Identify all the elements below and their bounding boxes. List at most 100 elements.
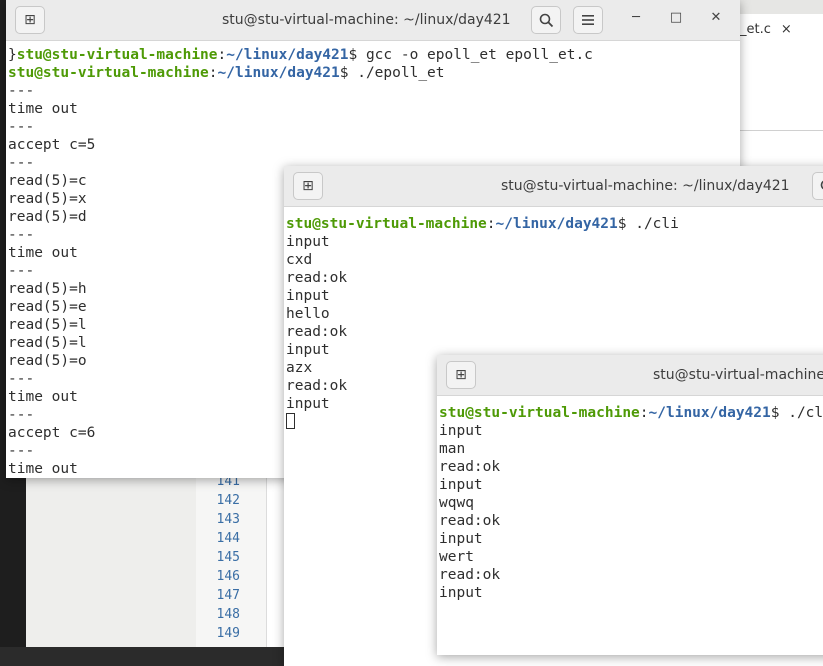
hamburger-menu-icon: [581, 14, 595, 26]
terminal-line: read:ok: [286, 323, 679, 341]
editor-tab-label: _et.c: [740, 22, 771, 37]
close-button[interactable]: ✕: [706, 10, 726, 25]
prompt-separator: :: [640, 405, 649, 421]
output-text: ---: [8, 443, 34, 459]
output-text: wqwq: [439, 495, 474, 511]
prompt-user: stu@stu-virtual-machine: [439, 405, 640, 421]
output-text: read(5)=d: [8, 209, 87, 225]
prompt-user: stu@stu-virtual-machine: [286, 216, 487, 232]
line-number: 146: [200, 567, 240, 586]
terminal-output[interactable]: stu@stu-virtual-machine:~/linux/day421$ …: [439, 404, 823, 602]
output-text: cxd: [286, 252, 312, 268]
output-text: read(5)=l: [8, 317, 87, 333]
editor-tabbar: [740, 0, 823, 131]
prompt-user: stu@stu-virtual-machine: [17, 47, 218, 63]
output-text: input: [286, 342, 330, 358]
prompt-path: ~/linux/day421: [496, 216, 618, 232]
output-text: wert: [439, 549, 474, 565]
output-text: time out: [8, 245, 78, 261]
new-tab-button[interactable]: ⊞: [446, 361, 476, 389]
line-prefix: }: [8, 47, 17, 63]
terminal-line: read:ok: [439, 458, 823, 476]
minimize-button[interactable]: ─: [626, 10, 646, 25]
output-text: accept c=6: [8, 425, 95, 441]
terminal-line: input: [439, 476, 823, 494]
terminal-line: stu@stu-virtual-machine:~/linux/day421$ …: [8, 64, 593, 82]
output-text: input: [439, 423, 483, 439]
output-text: input: [286, 288, 330, 304]
terminal-line: accept c=5: [8, 136, 593, 154]
output-text: read:ok: [439, 513, 500, 529]
output-text: azx: [286, 360, 312, 376]
search-button[interactable]: [531, 6, 561, 34]
window-title: stu@stu-virtual-machine: ~/linux/day421: [501, 178, 790, 194]
terminal-line: read:ok: [286, 269, 679, 287]
plus-square-icon: ⊞: [455, 367, 467, 383]
output-text: ---: [8, 227, 34, 243]
output-text: ---: [8, 83, 34, 99]
output-text: input: [286, 234, 330, 250]
editor-tab[interactable]: _et.c ×: [740, 22, 792, 37]
terminal-line: input: [286, 233, 679, 251]
search-icon: [820, 179, 823, 194]
output-text: read(5)=x: [8, 191, 87, 207]
new-tab-button[interactable]: ⊞: [15, 6, 45, 34]
prompt-path: ~/linux/day421: [226, 47, 348, 63]
output-text: ---: [8, 119, 34, 135]
close-icon[interactable]: ×: [781, 22, 792, 37]
command-text: $ ./epoll_et: [340, 65, 445, 81]
output-text: read:ok: [286, 270, 347, 286]
output-text: input: [439, 531, 483, 547]
terminal-line: cxd: [286, 251, 679, 269]
menu-button[interactable]: [573, 6, 603, 34]
command-text: $ ./cli: [618, 216, 679, 232]
terminal-line: hello: [286, 305, 679, 323]
search-button[interactable]: [812, 172, 823, 200]
terminal-line: input: [439, 422, 823, 440]
titlebar[interactable]: ⊞ stu@stu-virtual-machine: ~/linux/day42…: [6, 0, 740, 41]
output-text: read(5)=e: [8, 299, 87, 315]
output-text: ---: [8, 263, 34, 279]
output-text: read:ok: [439, 459, 500, 475]
output-text: man: [439, 441, 465, 457]
command-text: $ ./cli: [771, 405, 823, 421]
prompt-separator: :: [209, 65, 218, 81]
terminal-line: input: [286, 287, 679, 305]
output-text: read(5)=o: [8, 353, 87, 369]
output-text: read:ok: [286, 378, 347, 394]
titlebar[interactable]: ⊞ stu@stu-virtual-machine: ~/linux/day42…: [284, 166, 823, 207]
output-text: time out: [8, 101, 78, 117]
text-cursor: [286, 413, 295, 429]
terminal-line: read:ok: [439, 512, 823, 530]
output-text: input: [439, 477, 483, 493]
output-text: read(5)=l: [8, 335, 87, 351]
prompt-path: ~/linux/day421: [649, 405, 771, 421]
output-text: read(5)=c: [8, 173, 87, 189]
output-text: ---: [8, 407, 34, 423]
terminal-line: input: [439, 530, 823, 548]
output-text: input: [439, 585, 483, 601]
terminal-line: }stu@stu-virtual-machine:~/linux/day421$…: [8, 46, 593, 64]
maximize-button[interactable]: □: [666, 10, 686, 25]
line-number: 144: [200, 529, 240, 548]
prompt-separator: :: [487, 216, 496, 232]
command-text: $ gcc -o epoll_et epoll_et.c: [348, 47, 592, 63]
prompt-separator: :: [218, 47, 227, 63]
terminal-line: stu@stu-virtual-machine:~/linux/day421$ …: [439, 404, 823, 422]
terminal-line: read:ok: [439, 566, 823, 584]
terminal-line: wqwq: [439, 494, 823, 512]
output-text: time out: [8, 461, 78, 477]
titlebar[interactable]: ⊞ stu@stu-virtual-machine: ~/linux/day42…: [437, 355, 823, 396]
output-text: read:ok: [286, 324, 347, 340]
output-text: accept c=5: [8, 137, 95, 153]
new-tab-button[interactable]: ⊞: [293, 172, 323, 200]
line-number: 148: [200, 605, 240, 624]
output-text: ---: [8, 155, 34, 171]
output-text: input: [286, 396, 330, 412]
terminal-line: stu@stu-virtual-machine:~/linux/day421$ …: [286, 215, 679, 233]
terminal-line: man: [439, 440, 823, 458]
output-text: hello: [286, 306, 330, 322]
terminal-window-cli-2[interactable]: ⊞ stu@stu-virtual-machine: ~/linux/day42…: [437, 355, 823, 655]
editor-line-numbers: 141142143144145146147148149: [200, 472, 240, 643]
output-text: read(5)=h: [8, 281, 87, 297]
